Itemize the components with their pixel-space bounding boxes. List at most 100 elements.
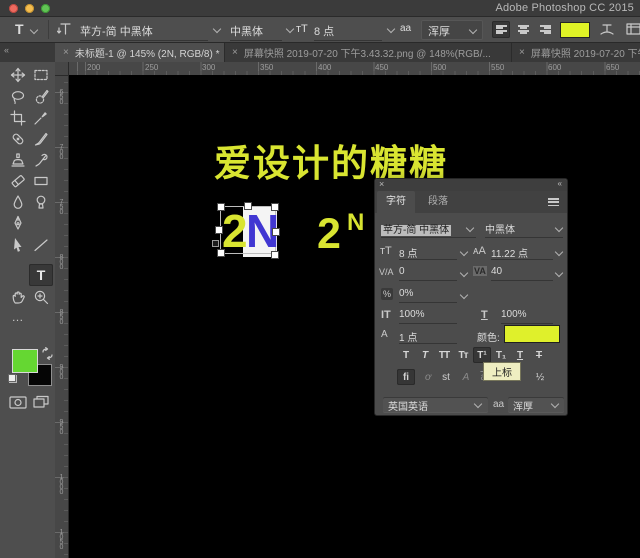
text-orientation-toggle-icon[interactable] bbox=[57, 21, 73, 37]
marquee-tool-button[interactable] bbox=[31, 66, 51, 84]
superscript-button[interactable]: T¹ bbox=[473, 347, 491, 363]
cp-language-select[interactable]: 英国英语 bbox=[383, 397, 488, 413]
foreground-color-swatch[interactable] bbox=[12, 349, 38, 373]
cp-proportional-spacing-chevron-icon[interactable] bbox=[459, 290, 469, 300]
lasso-tool-button[interactable] bbox=[8, 88, 28, 106]
blur-tool-button[interactable] bbox=[8, 193, 28, 211]
zoom-tool-button[interactable] bbox=[31, 288, 51, 306]
cp-leading-chevron-icon[interactable] bbox=[554, 247, 564, 257]
cp-tracking-field[interactable]: 40 bbox=[491, 266, 502, 277]
text-color-swatch[interactable] bbox=[560, 22, 590, 38]
align-left-button[interactable] bbox=[492, 21, 510, 38]
horizontal-ruler[interactable]: 200 250 300 350 400 450 500 550 600 650 bbox=[55, 62, 640, 76]
tab-paragraph[interactable]: 段落 bbox=[419, 191, 457, 213]
font-style-select[interactable]: 中黑体 bbox=[230, 23, 263, 39]
toggle-panels-icon[interactable] bbox=[626, 21, 640, 37]
move-tool-button[interactable] bbox=[8, 66, 28, 84]
font-size-chevron-icon[interactable] bbox=[386, 24, 396, 34]
clone-stamp-tool-button[interactable] bbox=[8, 151, 28, 169]
reference-point-handle[interactable] bbox=[212, 240, 219, 247]
eyedropper-tool-button[interactable] bbox=[31, 109, 51, 127]
ligatures-button[interactable]: fi bbox=[397, 369, 415, 385]
cp-font-style-select[interactable]: 中黑体 bbox=[485, 221, 515, 236]
anti-alias-select[interactable]: 浑厚 bbox=[421, 20, 483, 40]
default-colors-icon[interactable] bbox=[8, 374, 17, 383]
hand-tool-button[interactable] bbox=[8, 288, 28, 306]
close-tab-icon[interactable]: × bbox=[232, 47, 238, 58]
align-right-button[interactable] bbox=[536, 21, 554, 38]
edit-toolbar-button[interactable]: … bbox=[8, 308, 28, 326]
document-tab-untitled[interactable]: × 未标题-1 @ 145% (2N, RGB/8) * bbox=[55, 43, 225, 62]
font-style-chevron-icon[interactable] bbox=[285, 24, 295, 34]
transform-handle-bottom-left[interactable] bbox=[217, 249, 225, 257]
discretionary-ligatures-button[interactable]: st bbox=[437, 369, 455, 385]
cp-color-swatch[interactable] bbox=[504, 325, 560, 343]
close-tab-icon[interactable]: × bbox=[519, 47, 525, 58]
cp-baseline-shift-field[interactable]: 1 点 bbox=[399, 329, 417, 344]
transform-handle-top-mid[interactable] bbox=[244, 202, 252, 210]
screen-mode-icon[interactable] bbox=[33, 395, 50, 410]
cp-kerning-field[interactable]: 0 bbox=[399, 266, 405, 277]
cp-kerning-chevron-icon[interactable] bbox=[459, 268, 469, 278]
close-tab-icon[interactable]: × bbox=[63, 47, 69, 58]
fractions-button[interactable]: ½ bbox=[531, 369, 549, 385]
underline-button[interactable]: T bbox=[511, 347, 529, 363]
eraser-tool-button[interactable] bbox=[8, 172, 28, 190]
cp-font-style-chevron-icon[interactable] bbox=[554, 223, 564, 233]
quick-mask-icon[interactable] bbox=[9, 395, 27, 410]
cp-font-size-field[interactable]: 8 点 bbox=[399, 245, 417, 260]
faux-italic-button[interactable]: T bbox=[416, 347, 434, 363]
close-window-button[interactable] bbox=[9, 4, 18, 13]
transform-handle-top-right[interactable] bbox=[271, 203, 279, 211]
panel-close-icon[interactable]: × bbox=[379, 179, 384, 189]
cp-font-size-chevron-icon[interactable] bbox=[459, 247, 469, 257]
toolbar-collapse-icon[interactable]: « bbox=[4, 45, 9, 55]
transform-handle-mid-right[interactable] bbox=[272, 228, 280, 236]
path-selection-tool-button[interactable] bbox=[8, 236, 28, 254]
minimize-window-button[interactable] bbox=[25, 4, 34, 13]
subscript-button[interactable]: T₁ bbox=[492, 347, 510, 363]
small-caps-button[interactable]: Tᴛ bbox=[454, 347, 472, 363]
align-center-button[interactable] bbox=[514, 21, 532, 38]
cp-horizontal-scale-field[interactable]: 100% bbox=[501, 309, 527, 320]
font-size-select[interactable]: 8 点 bbox=[314, 23, 334, 39]
cp-leading-field[interactable]: 11.22 点 bbox=[491, 245, 528, 260]
transform-handle-bottom-right[interactable] bbox=[271, 251, 279, 259]
crop-tool-button[interactable] bbox=[8, 109, 28, 127]
quick-selection-tool-button[interactable] bbox=[31, 88, 51, 106]
zoom-window-button[interactable] bbox=[41, 4, 50, 13]
vertical-ruler[interactable]: 650 700 750 800 850 900 950 1000 1050 bbox=[55, 75, 69, 558]
faux-bold-button[interactable]: T bbox=[397, 347, 415, 363]
document-tab-screenshot-2[interactable]: × 屏幕快照 2019-07-20 下午 bbox=[511, 43, 640, 62]
type-tool-button[interactable]: T bbox=[31, 266, 51, 284]
edit-text-base[interactable]: 2 bbox=[222, 208, 248, 254]
healing-brush-tool-button[interactable] bbox=[8, 130, 28, 148]
font-family-chevron-icon[interactable] bbox=[212, 24, 222, 34]
cp-vertical-scale-field[interactable]: 100% bbox=[399, 309, 425, 320]
type-tool-preset-icon[interactable]: T bbox=[15, 21, 24, 37]
tool-preset-chevron-icon[interactable] bbox=[29, 25, 39, 35]
brush-tool-button[interactable] bbox=[31, 130, 51, 148]
line-tool-button[interactable] bbox=[31, 236, 51, 254]
document-tab-screenshot-1[interactable]: × 屏幕快照 2019-07-20 下午3.43.32.png @ 148%(R… bbox=[224, 43, 512, 62]
cp-tracking-chevron-icon[interactable] bbox=[554, 268, 564, 278]
history-brush-tool-button[interactable] bbox=[31, 151, 51, 169]
panel-collapse-icon[interactable]: « bbox=[558, 179, 562, 188]
tab-character[interactable]: 字符 bbox=[377, 191, 415, 213]
result-text-base[interactable]: 2 bbox=[317, 213, 341, 256]
cp-proportional-spacing-field[interactable]: 0% bbox=[399, 288, 413, 299]
swash-button[interactable]: A bbox=[457, 369, 475, 385]
cp-font-family-select[interactable]: 苹方-简 中黑体 bbox=[381, 221, 452, 236]
contextual-alternates-button[interactable]: ơ bbox=[419, 369, 437, 385]
gradient-tool-button[interactable] bbox=[31, 172, 51, 190]
warp-text-icon[interactable] bbox=[599, 21, 615, 37]
result-text-superscript[interactable]: N bbox=[347, 211, 364, 235]
all-caps-button[interactable]: TT bbox=[435, 347, 453, 363]
panel-menu-icon[interactable] bbox=[548, 198, 559, 206]
font-family-select[interactable]: 苹方-简 中黑体 bbox=[80, 23, 153, 39]
transform-handle-top-left[interactable] bbox=[217, 203, 225, 211]
strikethrough-button[interactable]: T bbox=[530, 347, 548, 363]
cp-font-family-chevron-icon[interactable] bbox=[465, 223, 475, 233]
dodge-tool-button[interactable] bbox=[31, 193, 51, 211]
pen-tool-button[interactable] bbox=[8, 214, 28, 232]
